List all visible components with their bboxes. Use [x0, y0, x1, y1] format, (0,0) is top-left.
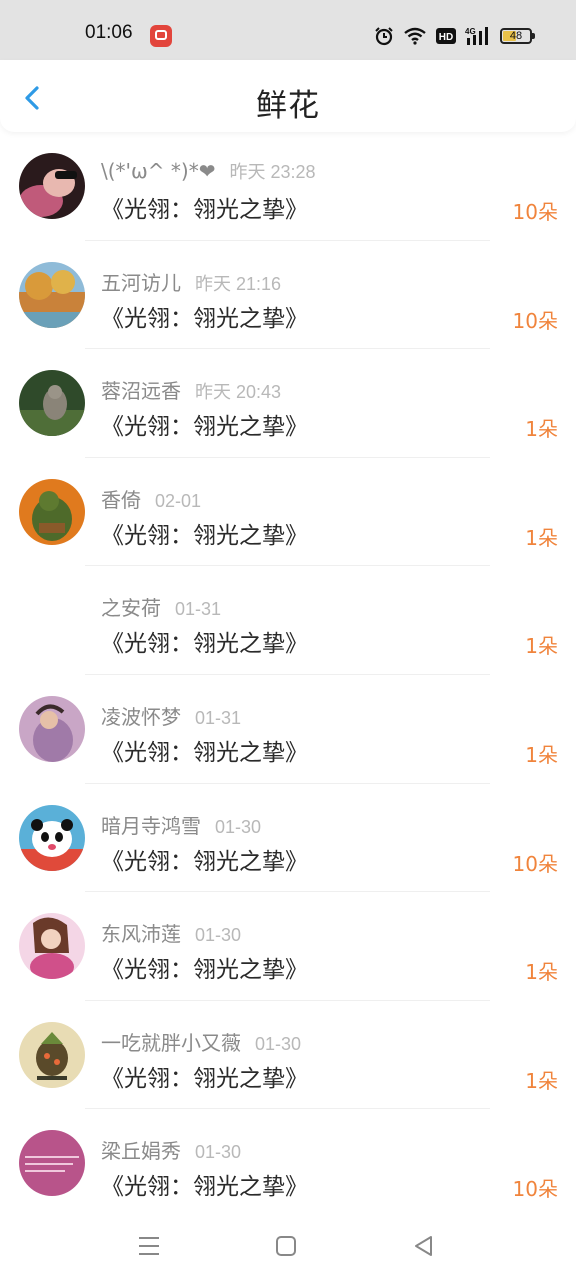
timestamp: 01-30 — [215, 816, 262, 837]
battery-icon: 48 — [500, 28, 535, 44]
status-bar: 01:06 HD 4G 48 — [0, 0, 576, 60]
username[interactable]: 之安荷 — [101, 596, 161, 620]
list-item[interactable]: 梁丘娟秀 01-30 《光翎：翎光之挚》 10朵 — [0, 1109, 576, 1218]
flower-amount: 1朵 — [525, 960, 558, 985]
header: 鲜花 — [0, 60, 576, 132]
list-item[interactable]: 东风沛莲 01-30 《光翎：翎光之挚》 1朵 — [0, 892, 576, 1001]
avatar[interactable] — [19, 913, 85, 980]
username[interactable]: 东风沛莲 — [101, 922, 181, 946]
flower-amount: 10朵 — [512, 200, 558, 224]
book-title[interactable]: 《光翎：翎光之挚》 — [101, 950, 308, 984]
avatar[interactable] — [19, 261, 85, 328]
avatar[interactable] — [19, 370, 85, 437]
username[interactable]: 五河访儿 — [101, 271, 181, 295]
book-title[interactable]: 《光翎：翎光之挚》 — [101, 1059, 308, 1093]
list-item[interactable]: 凌波怀梦 01-31 《光翎：翎光之挚》 1朵 — [0, 675, 576, 784]
timestamp: 01-30 — [255, 1033, 302, 1054]
system-nav-bar — [0, 1218, 576, 1280]
book-title[interactable]: 《光翎：翎光之挚》 — [101, 733, 308, 767]
username[interactable]: \(*'ω^ *)*❤ — [101, 159, 215, 183]
menu-icon[interactable] — [135, 1232, 163, 1260]
username[interactable]: 梁丘娟秀 — [101, 1139, 181, 1163]
username[interactable]: 蓉沼远香 — [101, 379, 181, 403]
timestamp: 01-30 — [195, 925, 242, 946]
book-title[interactable]: 《光翎：翎光之挚》 — [101, 842, 308, 876]
book-title[interactable]: 《光翎：翎光之挚》 — [101, 407, 308, 441]
list-item[interactable]: 香倚 02-01 《光翎：翎光之挚》 1朵 — [0, 458, 576, 567]
timestamp: 01-31 — [195, 707, 242, 728]
flower-amount: 1朵 — [525, 417, 558, 442]
list-item[interactable]: \(*'ω^ *)*❤ 昨天 23:28 《光翎：翎光之挚》 10朵 — [0, 132, 576, 241]
avatar[interactable] — [19, 587, 85, 654]
battery-level: 48 — [509, 30, 523, 42]
wifi-icon — [404, 27, 426, 45]
flower-amount: 10朵 — [512, 851, 558, 876]
avatar[interactable] — [19, 1130, 85, 1197]
book-title[interactable]: 《光翎：翎光之挚》 — [101, 1167, 308, 1201]
flower-amount: 1朵 — [525, 634, 558, 659]
username[interactable]: 一吃就胖小又薇 — [101, 1031, 241, 1055]
book-title[interactable]: 《光翎：翎光之挚》 — [101, 190, 308, 224]
app-badge-icon — [150, 25, 172, 47]
book-title[interactable]: 《光翎：翎光之挚》 — [101, 624, 308, 658]
flower-amount: 1朵 — [525, 525, 558, 550]
flower-amount: 10朵 — [512, 308, 558, 333]
page-title: 鲜花 — [256, 88, 320, 124]
timestamp: 01-30 — [195, 1142, 242, 1163]
list-item[interactable]: 之安荷 01-31 《光翎：翎光之挚》 1朵 — [0, 566, 576, 675]
status-icons: HD 4G 48 — [374, 24, 535, 48]
status-time: 01:06 — [85, 22, 133, 43]
book-title[interactable]: 《光翎：翎光之挚》 — [101, 299, 308, 333]
avatar[interactable] — [19, 804, 85, 871]
signal-4g-icon: 4G — [465, 27, 488, 45]
username[interactable]: 香倚 — [101, 488, 141, 512]
timestamp: 02-01 — [155, 490, 202, 511]
avatar[interactable] — [19, 695, 85, 762]
flower-list: \(*'ω^ *)*❤ 昨天 23:28 《光翎：翎光之挚》 10朵 五河访儿 昨天… — [0, 132, 576, 1218]
book-title[interactable]: 《光翎：翎光之挚》 — [101, 516, 308, 550]
timestamp: 01-31 — [175, 599, 222, 620]
avatar[interactable] — [19, 153, 85, 219]
flower-amount: 1朵 — [525, 1068, 558, 1093]
svg-text:HD: HD — [439, 32, 453, 43]
avatar[interactable] — [19, 1021, 85, 1088]
home-square-icon[interactable] — [272, 1232, 300, 1260]
svg-text:4G: 4G — [465, 27, 476, 36]
list-item[interactable]: 暗月寺鸿雪 01-30 《光翎：翎光之挚》 10朵 — [0, 784, 576, 893]
back-triangle-icon[interactable] — [410, 1232, 438, 1260]
hd-icon: HD — [436, 28, 456, 44]
flower-amount: 10朵 — [512, 1177, 558, 1202]
list-item[interactable]: 蓉沼远香 昨天 20:43 《光翎：翎光之挚》 1朵 — [0, 349, 576, 458]
timestamp: 昨天 23:28 — [229, 162, 316, 182]
timestamp: 昨天 21:16 — [195, 273, 282, 294]
timestamp: 昨天 20:43 — [195, 382, 282, 403]
flower-amount: 1朵 — [525, 742, 558, 767]
list-item[interactable]: 五河访儿 昨天 21:16 《光翎：翎光之挚》 10朵 — [0, 241, 576, 350]
username[interactable]: 凌波怀梦 — [101, 705, 181, 729]
avatar[interactable] — [19, 478, 85, 545]
list-item[interactable]: 一吃就胖小又薇 01-30 《光翎：翎光之挚》 1朵 — [0, 1001, 576, 1110]
alarm-icon — [375, 27, 393, 46]
username[interactable]: 暗月寺鸿雪 — [101, 814, 201, 838]
